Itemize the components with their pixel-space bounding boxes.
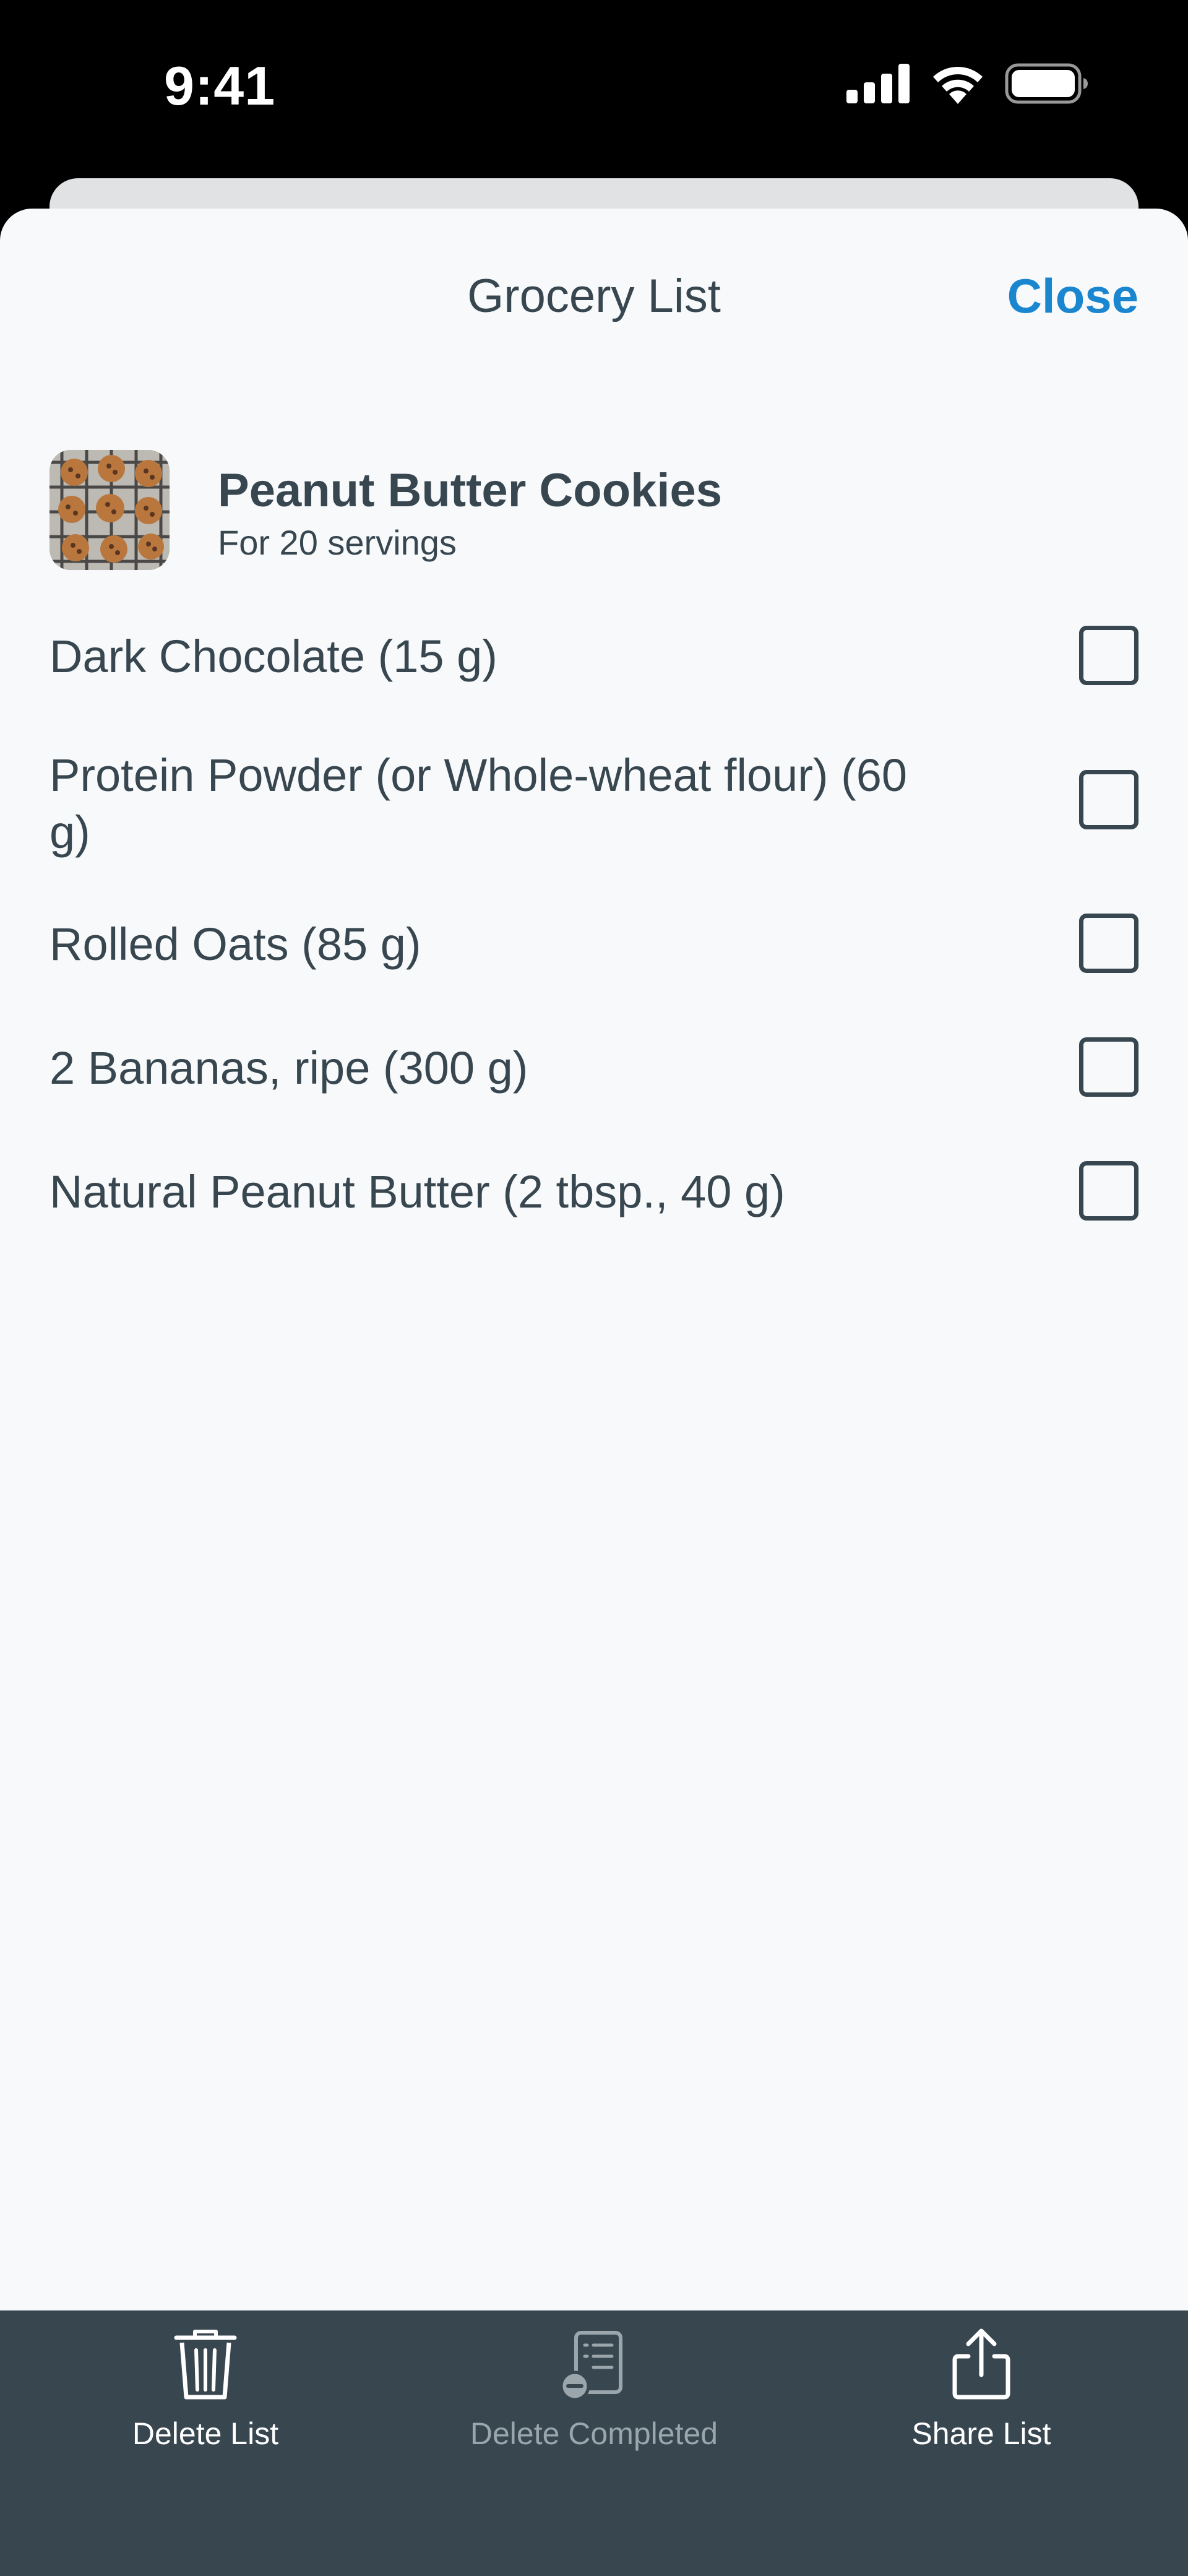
status-bar: 9:41 (0, 0, 1188, 179)
cellular-signal-icon (846, 64, 911, 106)
item-label: Natural Peanut Butter (2 tbsp., 40 g) (50, 1166, 785, 1217)
delete-completed-label: Delete Completed (470, 2416, 718, 2451)
share-list-label: Share List (911, 2416, 1051, 2451)
list-item: Dark Chocolate (15 g) (50, 623, 1138, 691)
item-label: 2 Bananas, ripe (300 g) (50, 1042, 528, 1094)
battery-icon (1005, 63, 1089, 107)
item-checkbox[interactable] (1079, 626, 1138, 685)
item-label: Protein Powder (or Whole-wheat flour) (6… (50, 750, 908, 858)
recipe-servings: For 20 servings (218, 523, 457, 562)
recipe-name: Peanut Butter Cookies (218, 464, 723, 517)
item-label: Rolled Oats (85 g) (50, 918, 421, 970)
item-checkbox[interactable] (1079, 770, 1138, 829)
delete-list-label: Delete List (132, 2416, 279, 2451)
share-list-button[interactable]: Share List (796, 2310, 1167, 2496)
recipe-header: Peanut Butter Cookies For 20 servings (50, 450, 1138, 574)
list-item: Rolled Oats (85 g) (50, 911, 1138, 979)
delete-completed-button[interactable]: Delete Completed (408, 2310, 780, 2496)
recipe-thumbnail (50, 450, 170, 570)
list-item: Natural Peanut Butter (2 tbsp., 40 g) (50, 1159, 1138, 1227)
delete-list-button[interactable]: Delete List (20, 2310, 391, 2496)
bottom-toolbar: Delete List Delete Completed Share List (0, 2310, 1188, 2576)
item-checkbox[interactable] (1079, 914, 1138, 973)
item-checkbox[interactable] (1079, 1037, 1138, 1097)
item-label: Dark Chocolate (15 g) (50, 631, 497, 682)
wifi-icon (929, 63, 986, 107)
status-time: 9:41 (164, 55, 276, 116)
item-checkbox[interactable] (1079, 1161, 1138, 1221)
grocery-list-sheet: Grocery List Close Peanut Butter Cookies… (0, 209, 1188, 2313)
list-item: Protein Powder (or Whole-wheat flour) (6… (50, 747, 1138, 871)
close-button[interactable]: Close (1007, 268, 1138, 324)
status-icons (846, 63, 1089, 107)
list-item: 2 Bananas, ripe (300 g) (50, 1035, 1138, 1103)
